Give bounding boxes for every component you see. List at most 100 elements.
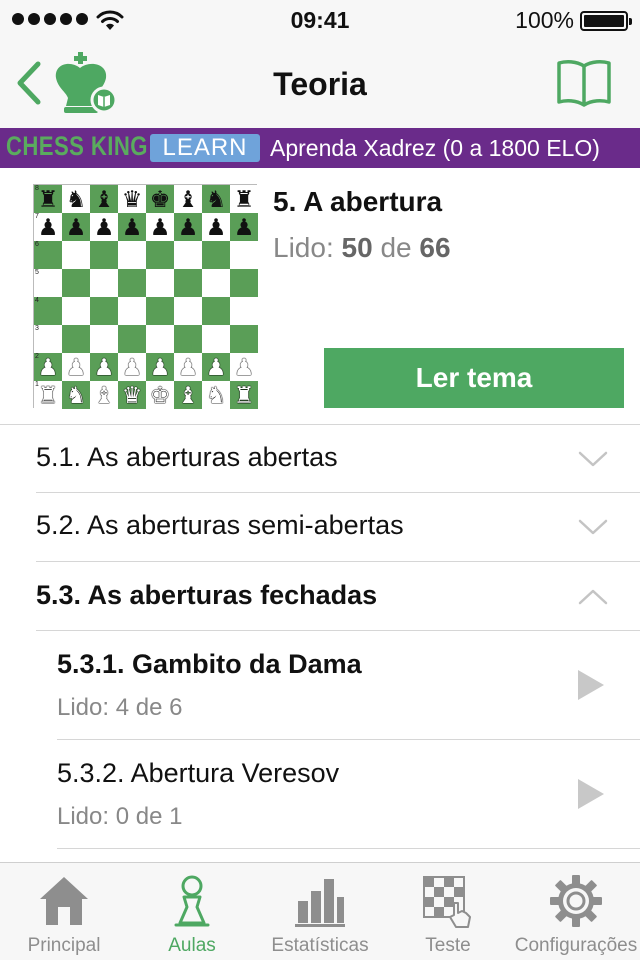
- board-square: [90, 269, 118, 297]
- page-title: Teoria: [273, 66, 367, 102]
- tab-teste[interactable]: Teste: [384, 863, 512, 960]
- status-bar: 09:41 100%: [0, 0, 640, 40]
- play-icon[interactable]: [576, 668, 606, 702]
- board-square: ♝: [90, 381, 118, 409]
- board-touch-icon: [423, 876, 471, 928]
- chess-piece-icon: ♟: [149, 353, 171, 380]
- chess-piece-icon: ♜: [233, 381, 255, 408]
- tab-label: Aulas: [168, 935, 216, 956]
- chess-piece-icon: ♛: [121, 185, 143, 212]
- board-square: [62, 325, 90, 353]
- board-square: ♚: [146, 381, 174, 409]
- section-label: 5.2. As aberturas semi-abertas: [36, 510, 404, 540]
- chess-piece-icon: ♜: [37, 381, 59, 408]
- board-square: [118, 297, 146, 325]
- tab-label: Configurações: [514, 935, 638, 956]
- board-square: [230, 297, 258, 325]
- board-square: ♟ 7: [34, 213, 62, 241]
- board-square: 5: [34, 269, 62, 297]
- board-square: ♜: [230, 185, 258, 213]
- board-square: [118, 325, 146, 353]
- play-icon[interactable]: [576, 777, 606, 811]
- tab-estatisticas[interactable]: Estatísticas: [256, 863, 384, 960]
- progress-total-count: 66: [419, 232, 451, 263]
- tab-label: Teste: [425, 935, 471, 956]
- board-square: ♞: [62, 185, 90, 213]
- rank-label: 8: [35, 185, 39, 192]
- navigation-bar: Teoria: [0, 40, 640, 128]
- board-square: [146, 325, 174, 353]
- board-square: [118, 269, 146, 297]
- board-square: [174, 297, 202, 325]
- board-square: [90, 297, 118, 325]
- chess-piece-icon: ♟: [205, 353, 227, 380]
- tab-configuracoes[interactable]: Configurações: [512, 863, 640, 960]
- chess-piece-icon: ♟: [233, 213, 255, 240]
- board-square: [146, 241, 174, 269]
- topic-progress: Lido: 50 de 66: [273, 232, 451, 264]
- chess-piece-icon: ♚: [149, 381, 171, 408]
- board-square: [90, 325, 118, 353]
- chess-piece-icon: ♟: [177, 213, 199, 240]
- chess-piece-icon: ♝: [93, 185, 115, 212]
- tab-label: Principal: [27, 935, 101, 956]
- rank-label: 2: [35, 353, 39, 360]
- section-row-5-3[interactable]: 5.3. As aberturas fechadas: [0, 562, 640, 630]
- board-square: ♟: [202, 353, 230, 381]
- progress-separator: de: [380, 232, 412, 263]
- chess-piece-icon: ♟: [37, 353, 59, 380]
- board-square: [90, 241, 118, 269]
- board-square: ♜ 8: [34, 185, 62, 213]
- tab-principal[interactable]: Principal: [0, 863, 128, 960]
- board-square: [146, 269, 174, 297]
- board-square: [174, 241, 202, 269]
- chess-piece-icon: ♟: [177, 353, 199, 380]
- chevron-down-icon: [578, 519, 608, 535]
- board-square: 6: [34, 241, 62, 269]
- rank-label: 4: [35, 297, 39, 304]
- chess-piece-icon: ♞: [65, 381, 87, 408]
- board-square: [230, 269, 258, 297]
- tab-aulas[interactable]: Aulas: [128, 863, 256, 960]
- board-square: ♟: [146, 213, 174, 241]
- subsection-row-5-3-2[interactable]: 5.3.2. Abertura Veresov Lido: 0 de 1: [0, 740, 640, 848]
- chess-piece-icon: ♟: [93, 353, 115, 380]
- board-square: ♜ 1: [34, 381, 62, 409]
- board-square: ♝: [174, 381, 202, 409]
- board-square: [202, 269, 230, 297]
- board-square: ♟: [230, 213, 258, 241]
- rank-label: 7: [35, 213, 39, 220]
- board-square: ♟: [202, 213, 230, 241]
- section-row-5-2[interactable]: 5.2. As aberturas semi-abertas: [0, 493, 640, 561]
- read-topic-button[interactable]: Ler tema: [324, 348, 624, 408]
- board-square: [174, 269, 202, 297]
- chess-piece-icon: ♛: [121, 381, 143, 408]
- chess-piece-icon: ♝: [177, 185, 199, 212]
- board-square: [62, 297, 90, 325]
- board-square: ♝: [174, 185, 202, 213]
- bar-chart-icon: [295, 879, 345, 927]
- chess-piece-icon: ♞: [65, 185, 87, 212]
- board-square: [202, 297, 230, 325]
- board-square: [174, 325, 202, 353]
- board-square: [202, 325, 230, 353]
- board-square: ♜: [230, 381, 258, 409]
- section-row-5-1[interactable]: 5.1. As aberturas abertas: [0, 425, 640, 492]
- course-banner: CHESS KING LEARN Aprenda Xadrez (0 a 180…: [0, 128, 640, 168]
- section-label: 5.3. As aberturas fechadas: [36, 580, 378, 610]
- gear-icon: [550, 875, 602, 927]
- battery-icon: [580, 11, 632, 31]
- board-square: 3: [34, 325, 62, 353]
- subsection-row-5-3-1[interactable]: 5.3.1. Gambito da Dama Lido: 4 de 6: [0, 631, 640, 739]
- subsection-title: 5.3.1. Gambito da Dama: [57, 649, 362, 679]
- board-square: ♟: [90, 353, 118, 381]
- book-icon[interactable]: [556, 58, 612, 108]
- progress-prefix: Lido:: [273, 232, 334, 263]
- board-square: [118, 241, 146, 269]
- topic-title: 5. A abertura: [273, 186, 443, 217]
- board-square: ♟: [118, 353, 146, 381]
- subsection-progress: Lido: 0 de 1: [57, 803, 183, 830]
- progress-read-count: 50: [341, 232, 373, 263]
- brand-logo-text: CHESS KING: [6, 131, 148, 161]
- board-square: ♞: [202, 185, 230, 213]
